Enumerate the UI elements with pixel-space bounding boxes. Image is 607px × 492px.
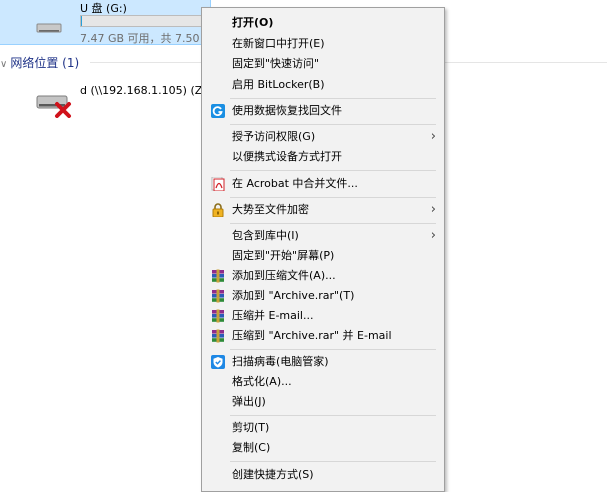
menu-item-label: 在 Acrobat 中合并文件... (232, 177, 358, 190)
menu-item-label: 在新窗口中打开(E) (232, 37, 325, 50)
context-menu: 打开(O) 在新窗口中打开(E) 固定到"快速访问" 启用 BitLocker(… (201, 7, 445, 492)
menu-item-open-label: 打开(O) (232, 16, 274, 29)
menu-item-grant-access[interactable]: 授予访问权限(G) › (204, 127, 442, 147)
menu-item-copy[interactable]: 复制(C) (204, 438, 442, 458)
shield-icon (211, 355, 225, 369)
menu-item-label: 添加到 "Archive.rar"(T) (232, 289, 355, 302)
menu-item-recover-files[interactable]: 使用数据恢复找回文件 (204, 101, 442, 121)
menu-item-add-archive[interactable]: 添加到压缩文件(A)... (204, 266, 442, 286)
menu-separator (230, 349, 436, 350)
menu-item-label: 添加到压缩文件(A)... (232, 269, 336, 282)
menu-separator (230, 223, 436, 224)
network-drive-label[interactable]: d (\\192.168.1.105) (Z:) (80, 84, 210, 97)
usb-drive-tile[interactable]: U 盘 (G:) 7.47 GB 可用，共 7.50 G (0, 0, 212, 45)
lock-icon (212, 203, 224, 217)
menu-item-open-portable[interactable]: 以便携式设备方式打开 (204, 147, 442, 167)
menu-item-label: 固定到"快速访问" (232, 57, 320, 70)
menu-separator (230, 98, 436, 99)
menu-separator (230, 197, 436, 198)
disconnected-network-drive-icon[interactable] (35, 88, 75, 118)
menu-item-label: 格式化(A)... (232, 375, 292, 388)
menu-item-open-new-window[interactable]: 在新窗口中打开(E) (204, 34, 442, 54)
menu-item-label: 固定到"开始"屏幕(P) (232, 249, 335, 262)
menu-item-label: 授予访问权限(G) (232, 130, 316, 143)
menu-item-label: 大势至文件加密 (232, 203, 309, 216)
menu-item-acrobat-combine[interactable]: 在 Acrobat 中合并文件... (204, 174, 442, 194)
submenu-arrow-icon: › (430, 228, 436, 243)
menu-item-label: 压缩并 E-mail... (232, 309, 314, 322)
network-locations-header[interactable]: ∨ 网络位置 (1) (0, 54, 79, 71)
usb-drive-icon (36, 23, 62, 33)
menu-item-pin-start[interactable]: 固定到"开始"屏幕(P) (204, 246, 442, 266)
usb-drive-space-text: 7.47 GB 可用，共 7.50 G (80, 32, 212, 45)
usb-drive-capacity-fill (81, 16, 82, 26)
chevron-down-icon: ∨ (0, 59, 8, 70)
menu-item-include-library[interactable]: 包含到库中(I) › (204, 226, 442, 246)
network-locations-label: 网络位置 (1) (10, 56, 80, 70)
menu-item-cut[interactable]: 剪切(T) (204, 418, 442, 438)
menu-item-format[interactable]: 格式化(A)... (204, 372, 442, 392)
menu-item-label: 压缩到 "Archive.rar" 并 E-mail (232, 329, 392, 342)
submenu-arrow-icon: › (430, 129, 436, 144)
menu-item-create-shortcut[interactable]: 创建快捷方式(S) (204, 465, 442, 485)
winrar-icon (212, 269, 224, 283)
winrar-icon (212, 289, 224, 303)
data-recovery-icon (211, 104, 225, 118)
menu-separator (230, 170, 436, 171)
menu-item-label: 以便携式设备方式打开 (232, 150, 342, 163)
winrar-icon (212, 309, 224, 323)
menu-item-label: 启用 BitLocker(B) (232, 78, 325, 91)
menu-item-label: 复制(C) (232, 441, 271, 454)
menu-item-label: 包含到库中(I) (232, 229, 299, 242)
menu-separator (230, 461, 436, 462)
menu-item-label: 创建快捷方式(S) (232, 468, 314, 481)
menu-item-eject[interactable]: 弹出(J) (204, 392, 442, 412)
menu-item-label: 剪切(T) (232, 421, 270, 434)
menu-item-compress-rar-email[interactable]: 压缩到 "Archive.rar" 并 E-mail (204, 326, 442, 346)
menu-item-bitlocker[interactable]: 启用 BitLocker(B) (204, 75, 442, 95)
usb-drive-name: U 盘 (G:) (80, 2, 127, 15)
usb-drive-capacity-bar (80, 15, 210, 27)
menu-item-encrypt[interactable]: 大势至文件加密 › (204, 200, 442, 220)
menu-separator (230, 415, 436, 416)
menu-separator (230, 124, 436, 125)
winrar-icon (212, 329, 224, 343)
menu-item-compress-email[interactable]: 压缩并 E-mail... (204, 306, 442, 326)
menu-item-label: 使用数据恢复找回文件 (232, 104, 342, 117)
acrobat-icon (211, 177, 225, 191)
submenu-arrow-icon: › (430, 202, 436, 217)
menu-item-open[interactable]: 打开(O) (204, 13, 442, 33)
menu-item-pin-quick-access[interactable]: 固定到"快速访问" (204, 54, 442, 74)
menu-item-label: 弹出(J) (232, 395, 266, 408)
menu-item-scan-virus[interactable]: 扫描病毒(电脑管家) (204, 352, 442, 372)
menu-item-add-archive-rar[interactable]: 添加到 "Archive.rar"(T) (204, 286, 442, 306)
menu-item-label: 扫描病毒(电脑管家) (232, 355, 329, 368)
